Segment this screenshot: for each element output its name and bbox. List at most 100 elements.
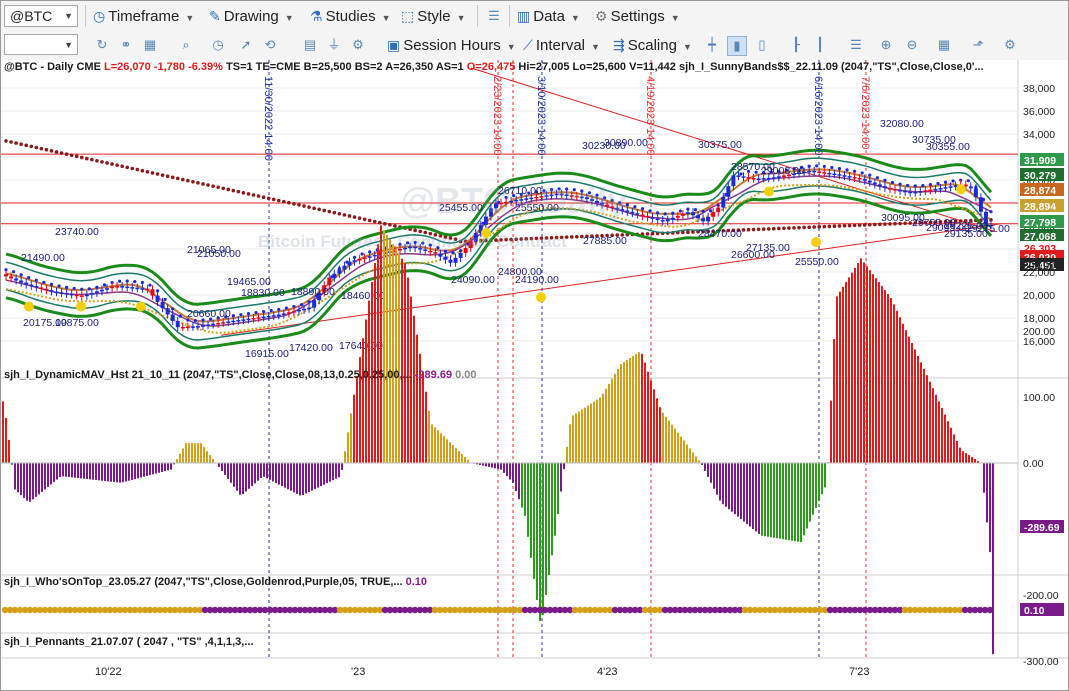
ma-long-dot [867, 222, 872, 227]
candle-body [867, 180, 872, 183]
chevron-down-icon[interactable]: ▼ [64, 35, 73, 55]
dot-bar-icon[interactable]: ┃ [811, 36, 829, 54]
trend-dot [883, 178, 887, 182]
chart-settings-icon[interactable]: ⚙ [1001, 36, 1019, 54]
zoom-in-icon[interactable]: ⊕ [877, 36, 895, 54]
ma-long-dot [383, 221, 387, 226]
candle-body [291, 311, 296, 313]
trend-dot [125, 279, 129, 283]
ma-long-dot [19, 142, 23, 147]
candle-body [362, 257, 367, 260]
symbol-combo[interactable]: @BTC ▼ [4, 5, 78, 27]
ma-long-dot [393, 224, 397, 228]
osc-axis-tick: -300.00 [1023, 656, 1059, 668]
chart-arrow-icon[interactable]: ⬏ [969, 36, 987, 54]
candle-body [887, 188, 892, 190]
price-axis-tick: 38,000 [1023, 83, 1055, 95]
ma-long-dot [312, 206, 316, 211]
trend-dot [27, 276, 31, 280]
ohlc-icon[interactable]: ┠ [787, 36, 805, 54]
interval-label: Interval [535, 37, 586, 54]
candle-body [852, 177, 857, 179]
osc-value-tag: -289.69 [1024, 522, 1060, 534]
whos-value: 0.10 [405, 576, 428, 588]
bar-chart-icon[interactable]: ┿ [703, 36, 721, 54]
trend-dot [299, 303, 304, 307]
hollow-candle-icon[interactable]: ▯ [753, 36, 771, 54]
candle-body [332, 273, 337, 278]
style-button[interactable]: ⬚ Style ▼ [401, 6, 466, 28]
candle-body [236, 320, 241, 322]
candle-body [923, 190, 928, 192]
trend-dot [853, 169, 857, 173]
trend-dot [845, 168, 849, 172]
candle-body [59, 292, 64, 294]
table-icon[interactable]: ▤ [301, 36, 319, 54]
candle-body [347, 261, 352, 266]
ma-long-dot [4, 139, 8, 143]
ma-long-dot [297, 203, 301, 207]
interval-button[interactable]: ⟋ Interval ▼ [523, 35, 600, 57]
candle-body [675, 215, 680, 218]
refresh-icon[interactable]: ↻ [93, 36, 111, 54]
settings-button[interactable]: ⚙ Settings ▼ [595, 6, 680, 28]
candle-body [39, 287, 44, 289]
whos-name: sjh_I_Who'sOnTop_23.05.27 (2047,"TS",Clo… [4, 576, 403, 588]
ma-long-dot [771, 226, 776, 231]
candle-body [286, 312, 291, 314]
trend-dot [989, 210, 993, 214]
candle-body [903, 190, 908, 193]
pointer-icon[interactable]: ➚ [237, 36, 255, 54]
ma-long-dot [130, 166, 135, 171]
drawing-button[interactable]: ✎ Drawing ▼ [209, 6, 294, 28]
grid-icon[interactable]: ▦ [141, 36, 159, 54]
trend-dot [822, 164, 826, 169]
session-hours-button[interactable]: ▣ Session Hours ▼ [387, 35, 516, 57]
dynmav-name: sjh_I_DynamicMAV_Hst 21_10_11 (2047,"TS"… [4, 369, 412, 381]
calendar-icon: ▣ [387, 37, 401, 53]
secondary-toolbar: ▼ ↻ ⚭ ▦ ⌕ ◷ ➚ ⟲ ▤ ⏚ ⚙ ▣ Session Hours ▼ ⟋ I… [1, 31, 1068, 61]
signal-dot [76, 301, 86, 312]
data-button[interactable]: ▥ Data ▼ [517, 6, 580, 28]
interval-combo[interactable]: ▼ [4, 34, 78, 55]
clock-icon[interactable]: ◷ [209, 36, 227, 54]
timeframe-button[interactable]: ◷ Timeframe ▼ [93, 6, 194, 28]
layout-icon[interactable]: ☰ [847, 36, 865, 54]
candle-body [817, 171, 822, 173]
zoom-out-icon[interactable]: ⊖ [903, 36, 921, 54]
candle-body [690, 212, 695, 216]
candle-body [64, 293, 69, 295]
trend-dot [118, 279, 122, 283]
ma-long-dot [766, 227, 771, 231]
magnifier-icon[interactable]: ⌕ [177, 36, 195, 54]
layout-icon[interactable]: ☰ [485, 7, 503, 25]
candle-body [746, 177, 751, 179]
style-icon: ⬚ [401, 8, 415, 24]
studies-button[interactable]: ⚗ Studies ▼ [310, 6, 391, 28]
candle-body [201, 325, 205, 327]
ma-long-dot [787, 226, 791, 230]
candle-body [973, 188, 978, 198]
chart-grid-icon[interactable]: ▦ [935, 36, 953, 54]
link-icon[interactable]: ⚭ [117, 36, 135, 54]
scaling-button[interactable]: ⇶ Scaling ▼ [613, 35, 692, 57]
plug-icon[interactable]: ⏚ [325, 36, 343, 54]
candle-body [150, 289, 155, 296]
ma-long-dot [110, 162, 114, 166]
scaling-label: Scaling [627, 37, 677, 54]
replay-icon[interactable]: ⟲ [261, 36, 279, 54]
gear-icon[interactable]: ⚙ [349, 36, 367, 54]
gear-icon: ⚙ [595, 8, 608, 24]
chevron-down-icon[interactable]: ▼ [64, 6, 73, 26]
ma-long-dot [145, 170, 150, 174]
candle-body [44, 288, 49, 291]
candle-body [327, 277, 332, 286]
candle-body [99, 289, 104, 292]
candle-body [145, 288, 150, 291]
price-label: 24090.00 [451, 274, 495, 286]
ma-long-dot [125, 165, 130, 170]
candlestick-icon[interactable]: ▮ [727, 36, 747, 56]
chevron-down-icon: ▼ [284, 13, 294, 23]
candle-body [726, 186, 731, 197]
ma-long-dot [873, 222, 877, 227]
